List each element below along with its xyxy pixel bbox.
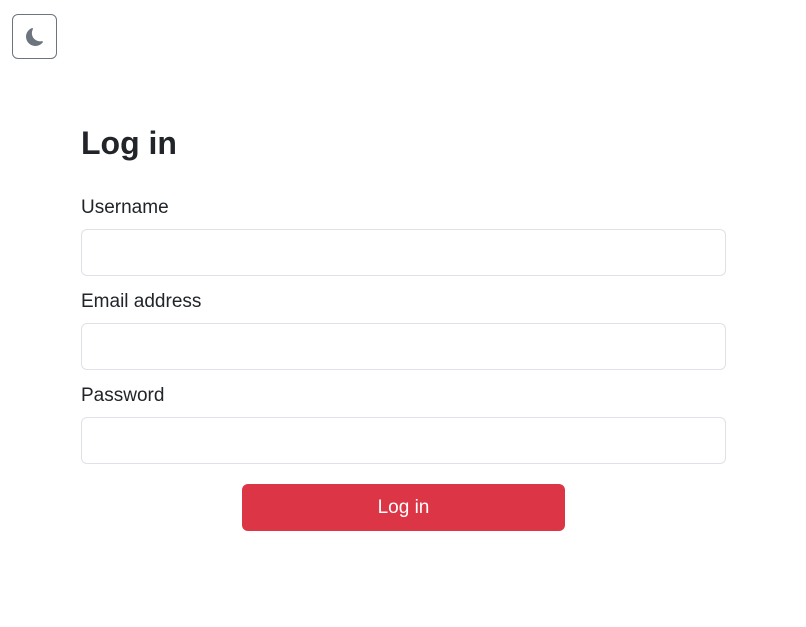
moon-icon [25, 27, 44, 46]
login-form: Log in Username Email address Password L… [81, 118, 726, 531]
theme-toggle-button[interactable] [12, 14, 57, 59]
password-field-group: Password [81, 384, 726, 464]
email-input[interactable] [81, 323, 726, 370]
page-title: Log in [81, 125, 177, 161]
username-input[interactable] [81, 229, 726, 276]
email-field-group: Email address [81, 290, 726, 370]
username-label: Username [81, 197, 169, 218]
password-label: Password [81, 385, 165, 406]
password-input[interactable] [81, 417, 726, 464]
username-field-group: Username [81, 196, 726, 276]
login-button[interactable]: Log in [242, 484, 565, 531]
submit-row: Log in [81, 484, 726, 531]
email-label: Email address [81, 291, 202, 312]
